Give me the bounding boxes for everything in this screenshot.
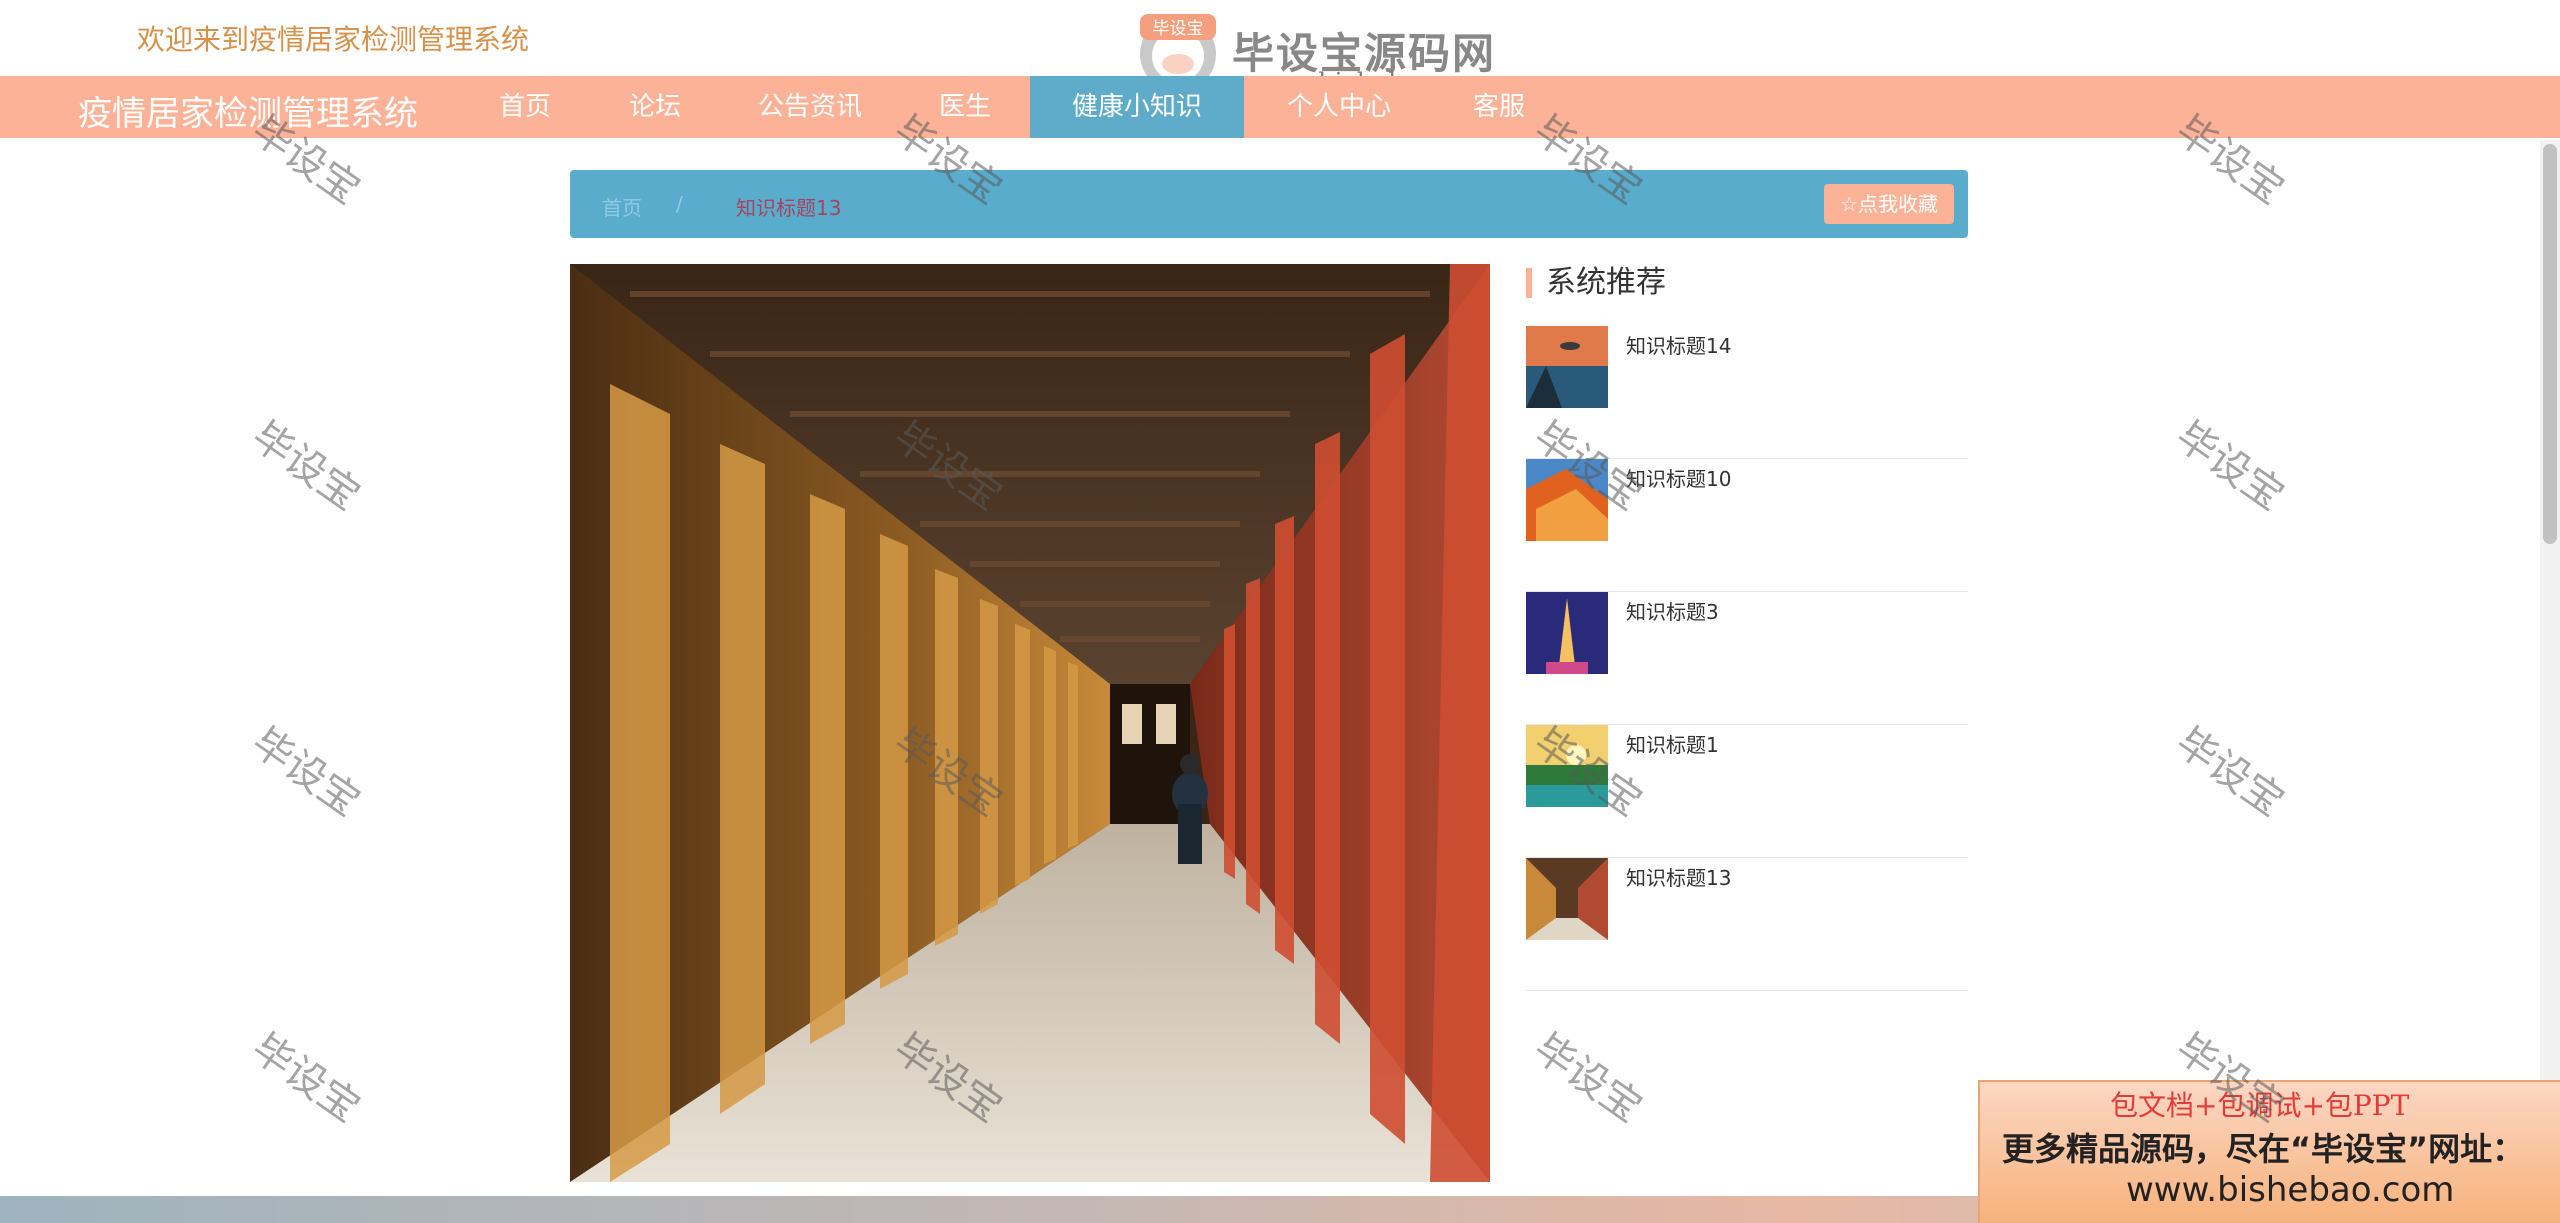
nav-item-forum[interactable]: 论坛 <box>590 76 720 138</box>
favorite-button[interactable]: ☆点我收藏 <box>1824 184 1954 224</box>
recommend-item-label[interactable]: 知识标题10 <box>1626 463 1731 492</box>
recommend-thumb[interactable] <box>1526 326 1608 408</box>
recommend-item[interactable]: 知识标题10 <box>1526 459 1968 592</box>
recommend-thumb[interactable] <box>1526 459 1608 541</box>
promo-line-1: 包文档+包调试+包PPT <box>2110 1089 2410 1122</box>
promo-line-2: 更多精品源码，尽在“毕设宝”网址： <box>2002 1130 2525 1168</box>
recommend-thumb[interactable] <box>1526 592 1608 674</box>
watermark-text: 毕设宝 <box>1525 1025 1651 1132</box>
main-navbar: 疫情居家检测管理系统 首页 论坛 公告资讯 医生 健康小知识 个人中心 客服 <box>0 76 2560 138</box>
recommend-item[interactable]: 知识标题1 <box>1526 725 1968 858</box>
system-title: 疫情居家检测管理系统 <box>78 94 418 134</box>
nav-item-personal-center[interactable]: 个人中心 <box>1244 76 1434 138</box>
watermark-text: 毕设宝 <box>2167 413 2293 520</box>
recommend-item[interactable]: 知识标题14 <box>1526 326 1968 459</box>
recommend-item-label[interactable]: 知识标题14 <box>1626 330 1731 359</box>
watermark-text: 毕设宝 <box>2167 719 2293 826</box>
watermark-text: 毕设宝 <box>243 1025 369 1132</box>
nav-item-service[interactable]: 客服 <box>1434 76 1564 138</box>
page-scrollbar-thumb[interactable] <box>2543 144 2557 544</box>
knowledge-main-image <box>570 264 1490 1182</box>
recommend-item[interactable]: 知识标题13 <box>1526 858 1968 991</box>
promo-banner[interactable]: 包文档+包调试+包PPT 更多精品源码，尽在“毕设宝”网址： www.bishe… <box>1978 1080 2560 1223</box>
recommend-item-label[interactable]: 知识标题3 <box>1626 596 1719 625</box>
recommend-thumb[interactable] <box>1526 858 1608 940</box>
recommend-title: 系统推荐 <box>1526 262 1968 304</box>
corridor-image <box>570 264 1490 1182</box>
recommend-item[interactable]: 知识标题3 <box>1526 592 1968 725</box>
breadcrumb-current: 知识标题13 <box>736 196 842 220</box>
breadcrumb-home-link[interactable]: 首页 <box>602 192 642 221</box>
recommend-item-label[interactable]: 知识标题13 <box>1626 862 1731 891</box>
breadcrumb: 首页 / 知识标题13 ☆点我收藏 <box>570 170 1968 238</box>
watermark-text: 毕设宝 <box>243 719 369 826</box>
recommend-thumb[interactable] <box>1526 725 1608 807</box>
nav-item-home[interactable]: 首页 <box>460 76 590 138</box>
breadcrumb-separator: / <box>676 192 683 216</box>
recommend-sidebar: 系统推荐 知识标题14 知识标题10 知识标题3 知识标题1 知识标题13 <box>1526 262 1968 991</box>
nav-item-health-knowledge[interactable]: 健康小知识 <box>1030 76 1244 138</box>
recommend-list: 知识标题14 知识标题10 知识标题3 知识标题1 知识标题13 <box>1526 326 1968 991</box>
brand-badge-text: 毕设宝 <box>1153 19 1204 39</box>
page-root: 欢迎来到疫情居家检测管理系统 毕设宝 毕设宝源码网 www.bishebao.c… <box>0 0 2560 1223</box>
nav-menu: 首页 论坛 公告资讯 医生 健康小知识 个人中心 客服 <box>460 76 1564 138</box>
welcome-text: 欢迎来到疫情居家检测管理系统 <box>137 23 530 56</box>
recommend-item-label[interactable]: 知识标题1 <box>1626 729 1719 758</box>
promo-url: www.bishebao.com <box>2126 1170 2455 1210</box>
nav-item-doctor[interactable]: 医生 <box>900 76 1030 138</box>
watermark-text: 毕设宝 <box>243 413 369 520</box>
nav-item-news[interactable]: 公告资讯 <box>720 76 900 138</box>
